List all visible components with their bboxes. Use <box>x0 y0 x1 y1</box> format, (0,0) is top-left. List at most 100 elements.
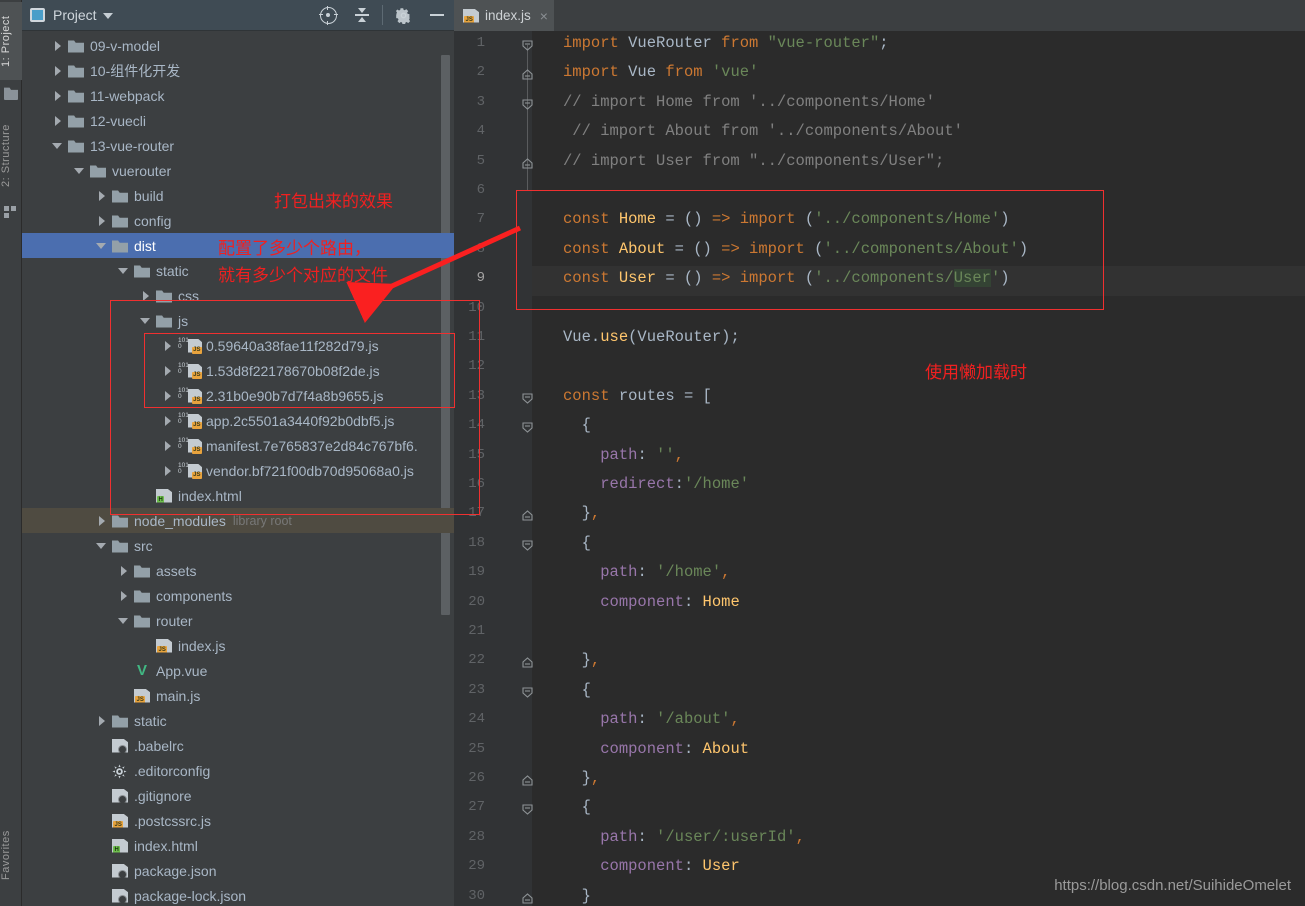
tree-row-label: package-lock.json <box>134 887 247 904</box>
folder-icon <box>68 90 84 103</box>
chevron-right-icon[interactable] <box>96 215 107 226</box>
tree-row[interactable]: config <box>22 208 454 233</box>
tree-row[interactable]: 10-组件化开发 <box>22 58 454 83</box>
chevron-right-icon[interactable] <box>96 715 107 726</box>
code-token: '/about' <box>656 710 731 729</box>
code-token: = () <box>665 210 712 229</box>
tree-row[interactable]: 09-v-model <box>22 33 454 58</box>
sidebar-item-favorites[interactable]: Favorites <box>0 810 22 900</box>
chevron-right-icon[interactable] <box>140 290 151 301</box>
chevron-down-icon[interactable] <box>102 13 113 19</box>
code-token: "vue-router" <box>767 34 880 52</box>
sidebar-item-structure[interactable]: 2: Structure <box>0 112 22 200</box>
chevron-right-icon[interactable] <box>162 390 173 401</box>
tree-row[interactable]: static <box>22 258 454 283</box>
folder-icon <box>68 115 84 128</box>
tree-row[interactable]: static <box>22 708 454 733</box>
code-token: // import About from '../components/Abou… <box>563 122 963 141</box>
tree-row[interactable]: package.json <box>22 858 454 883</box>
chevron-down-icon[interactable] <box>118 615 129 626</box>
tree-row[interactable]: 101 0 JS manifest.7e765837e2d84c767bf6. <box>22 433 454 458</box>
code-content[interactable]: import VueRouter from "vue-router"; impor… <box>532 31 1305 906</box>
project-file-tree[interactable]: 09-v-model 10-组件化开发 11-webpack 12-vuecli 13-… <box>22 31 454 906</box>
hide-panel-button[interactable] <box>420 0 454 31</box>
tree-row[interactable]: 101 0 JS 1.53d8f22178670b08f2de.js <box>22 358 454 383</box>
structure-icon <box>4 206 18 218</box>
tree-row[interactable]: 101 0 JS 2.31b0e90b7d7f4a8b9655.js <box>22 383 454 408</box>
code-line: component: Home <box>563 593 740 611</box>
tree-row-label: .postcssrc.js <box>134 812 212 829</box>
chevron-right-icon[interactable] <box>162 340 173 351</box>
chevron-right-icon[interactable] <box>52 90 63 101</box>
code-token: About <box>702 739 750 758</box>
settings-button[interactable] <box>386 0 420 31</box>
chevron-right-icon[interactable] <box>52 115 63 126</box>
chevron-down-icon[interactable] <box>52 140 63 151</box>
tree-row-label: index.js <box>178 637 226 654</box>
tree-row[interactable]: node_modules library root <box>22 508 454 533</box>
chevron-right-icon[interactable] <box>96 515 107 526</box>
minimize-icon <box>430 14 444 16</box>
locate-file-button[interactable] <box>311 0 345 31</box>
chevron-down-icon[interactable] <box>96 540 107 551</box>
code-token: ) <box>1000 269 1010 288</box>
tree-row[interactable]: .babelrc <box>22 733 454 758</box>
chevron-right-icon[interactable] <box>52 40 63 51</box>
tree-row[interactable]: 13-vue-router <box>22 133 454 158</box>
code-line: import Vue from 'vue' <box>563 63 758 81</box>
tree-row[interactable]: css <box>22 283 454 308</box>
tree-row[interactable]: assets <box>22 558 454 583</box>
code-token: ; <box>879 34 889 52</box>
tree-row[interactable]: 11-webpack <box>22 83 454 108</box>
tab-index-js[interactable]: JS index.js × <box>454 0 554 31</box>
chevron-right-icon[interactable] <box>162 365 173 376</box>
tree-row[interactable]: .gitignore <box>22 783 454 808</box>
html-file-icon: H <box>156 488 172 503</box>
chevron-down-icon[interactable] <box>74 165 85 176</box>
code-line: { <box>563 681 591 699</box>
tree-row-sublabel: library root <box>232 513 292 528</box>
code-area[interactable]: 1 2 3 4 5 6 7 8 9 10 11 12 13 14 15 16 17 18 19 20 21 22 23 24 2… <box>454 31 1305 906</box>
gear-icon <box>112 763 128 779</box>
tree-row[interactable]: vuerouter <box>22 158 454 183</box>
chevron-right-icon[interactable] <box>162 415 173 426</box>
folder-icon <box>134 590 150 603</box>
code-token: : <box>674 475 684 493</box>
sidebar-item-project[interactable]: 1: Project <box>0 2 22 80</box>
tree-row[interactable]: package-lock.json <box>22 883 454 906</box>
chevron-down-icon[interactable] <box>118 265 129 276</box>
editor-gutter[interactable]: 1 2 3 4 5 6 7 8 9 10 11 12 13 14 15 16 17 18 19 20 21 22 23 24 2… <box>454 31 533 906</box>
line-number: 6 <box>476 182 485 198</box>
tree-row[interactable]: 101 0 JS app.2c5501a3440f92b0dbf5.js <box>22 408 454 433</box>
tree-row[interactable]: src <box>22 533 454 558</box>
tree-row[interactable]: JS index.js <box>22 633 454 658</box>
chevron-right-icon[interactable] <box>118 590 129 601</box>
collapse-all-button[interactable] <box>345 0 379 31</box>
chevron-right-icon[interactable] <box>118 565 129 576</box>
chevron-right-icon[interactable] <box>162 440 173 451</box>
tree-row[interactable]: router <box>22 608 454 633</box>
tree-row[interactable]: JS .postcssrc.js <box>22 808 454 833</box>
tree-row[interactable]: 101 0 JS vendor.bf721f00db70d95068a0.js <box>22 458 454 483</box>
tree-row[interactable]: JS main.js <box>22 683 454 708</box>
chevron-right-icon[interactable] <box>96 190 107 201</box>
chevron-down-icon[interactable] <box>96 240 107 251</box>
tree-row[interactable]: Hindex.html <box>22 483 454 508</box>
chevron-down-icon[interactable] <box>140 315 151 326</box>
code-token: from <box>665 63 712 82</box>
chevron-right-icon[interactable] <box>162 465 173 476</box>
tree-row[interactable]: js <box>22 308 454 333</box>
tree-row[interactable]: build <box>22 183 454 208</box>
tree-row[interactable]: 12-vuecli <box>22 108 454 133</box>
tree-row[interactable]: V App.vue <box>22 658 454 683</box>
chevron-right-icon[interactable] <box>52 65 63 76</box>
tree-row[interactable]: 101 0 JS 0.59640a38fae11f282d79.js <box>22 333 454 358</box>
tree-row[interactable]: components <box>22 583 454 608</box>
tree-row[interactable]: Hindex.html <box>22 833 454 858</box>
close-icon[interactable]: × <box>540 9 548 23</box>
tree-row[interactable]: dist <box>22 233 454 258</box>
tree-row[interactable]: .editorconfig <box>22 758 454 783</box>
